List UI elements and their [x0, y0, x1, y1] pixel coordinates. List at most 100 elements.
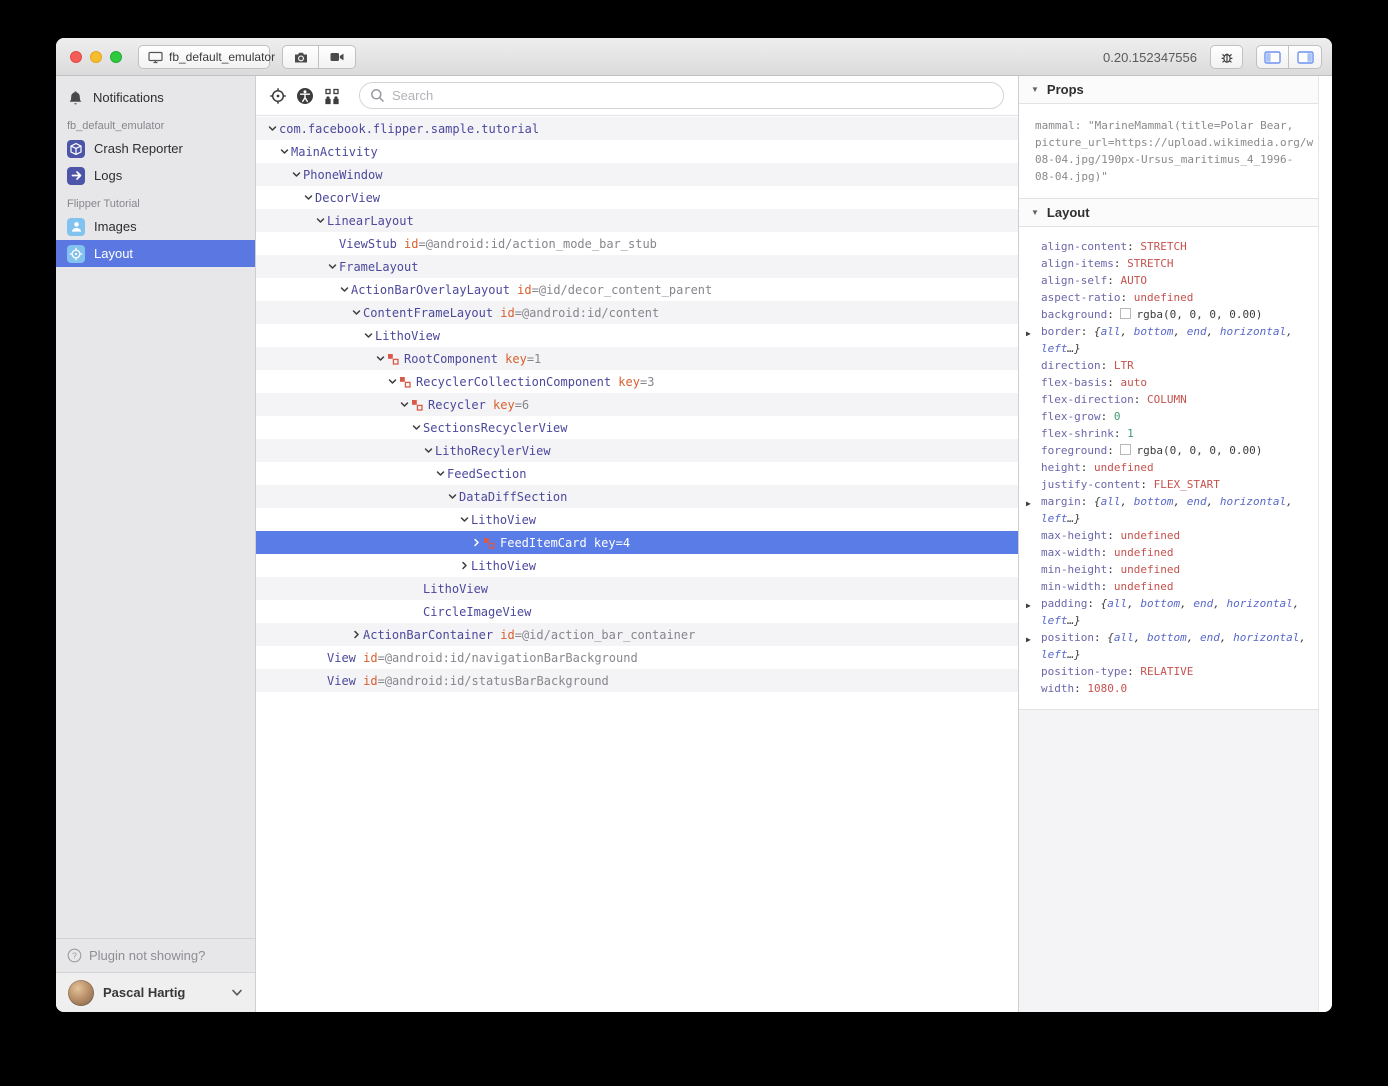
search-box[interactable]: [359, 82, 1004, 109]
layout-prop-align-content[interactable]: align-content: STRETCH: [1019, 238, 1314, 255]
panel-left-icon: [1264, 51, 1281, 64]
toggle-right-sidebar-button[interactable]: [1289, 45, 1322, 69]
layout-prop-min-width[interactable]: min-width: undefined: [1019, 578, 1314, 595]
layout-prop-foreground[interactable]: foreground: rgba(0, 0, 0, 0.00): [1019, 442, 1314, 459]
tree-node-ActionBarContainer[interactable]: ActionBarContainer id=@id/action_bar_con…: [256, 623, 1018, 646]
tree-node-SectionsRecyclerView[interactable]: SectionsRecyclerView: [256, 416, 1018, 439]
tree-node-LithoView[interactable]: LithoView: [256, 554, 1018, 577]
sidebar-item-layout[interactable]: Layout: [56, 240, 255, 267]
plugin-help-link[interactable]: ? Plugin not showing?: [56, 938, 255, 972]
layout-prop-max-height[interactable]: max-height: undefined: [1019, 527, 1314, 544]
sidebar-item-logs[interactable]: Logs: [56, 162, 255, 189]
tree-node-FeedSection[interactable]: FeedSection: [256, 462, 1018, 485]
tree-node-FeedItemCard[interactable]: FeedItemCard key=4: [256, 531, 1018, 554]
chevron-down-icon[interactable]: [278, 147, 291, 156]
chevron-down-icon[interactable]: [290, 170, 303, 179]
zoom-window-button[interactable]: [110, 51, 122, 63]
user-menu[interactable]: Pascal Hartig: [56, 972, 255, 1012]
chevron-down-icon[interactable]: [266, 124, 279, 133]
tree-node-ActionBarOverlayLayout[interactable]: ActionBarOverlayLayout id=@id/decor_cont…: [256, 278, 1018, 301]
tree-node-Recycler[interactable]: Recycler key=6: [256, 393, 1018, 416]
props-section-header[interactable]: ▼ Props: [1019, 76, 1318, 104]
layout-prop-margin[interactable]: ▶margin: {all, bottom, end, horizontal, …: [1019, 493, 1314, 527]
device-selector-button[interactable]: fb_default_emulator: [138, 45, 270, 69]
layout-prop-flex-grow[interactable]: flex-grow: 0: [1019, 408, 1314, 425]
layout-prop-aspect-ratio[interactable]: aspect-ratio: undefined: [1019, 289, 1314, 306]
chevron-down-icon[interactable]: [362, 331, 375, 340]
tree-node-View[interactable]: View id=@android:id/navigationBarBackgro…: [256, 646, 1018, 669]
layout-prop-align-items[interactable]: align-items: STRETCH: [1019, 255, 1314, 272]
chevron-down-icon[interactable]: [398, 400, 411, 409]
chevron-down-icon[interactable]: [422, 446, 435, 455]
target-mode-button[interactable]: [264, 82, 291, 109]
layout-prop-position-type[interactable]: position-type: RELATIVE: [1019, 663, 1314, 680]
layout-prop-min-height[interactable]: min-height: undefined: [1019, 561, 1314, 578]
tree-node-PhoneWindow[interactable]: PhoneWindow: [256, 163, 1018, 186]
layout-prop-padding[interactable]: ▶padding: {all, bottom, end, horizontal,…: [1019, 595, 1314, 629]
sidebar-item-notifications[interactable]: Notifications: [56, 84, 255, 111]
tree-node-com.facebook.flipper.sample.tutorial[interactable]: com.facebook.flipper.sample.tutorial: [256, 117, 1018, 140]
sidebar-item-images[interactable]: Images: [56, 213, 255, 240]
tree-node-View[interactable]: View id=@android:id/statusBarBackground: [256, 669, 1018, 692]
expand-tree-button[interactable]: [318, 82, 345, 109]
layout-prop-background[interactable]: background: rgba(0, 0, 0, 0.00): [1019, 306, 1314, 323]
expand-triangle-icon[interactable]: ▶: [1026, 597, 1031, 614]
tree-node-RecyclerCollectionComponent[interactable]: RecyclerCollectionComponent key=3: [256, 370, 1018, 393]
accessibility-mode-button[interactable]: [291, 82, 318, 109]
toggle-left-sidebar-button[interactable]: [1256, 45, 1289, 69]
tree-node-CircleImageView[interactable]: CircleImageView: [256, 600, 1018, 623]
search-input[interactable]: [392, 88, 993, 103]
tree-node-DataDiffSection[interactable]: DataDiffSection: [256, 485, 1018, 508]
arrow-right-icon: [67, 167, 85, 185]
screenshot-button[interactable]: [282, 45, 319, 69]
layout-prop-border[interactable]: ▶border: {all, bottom, end, horizontal, …: [1019, 323, 1314, 357]
tree-node-DecorView[interactable]: DecorView: [256, 186, 1018, 209]
chevron-down-icon[interactable]: [458, 515, 471, 524]
chevron-down-icon[interactable]: [350, 308, 363, 317]
minimize-window-button[interactable]: [90, 51, 102, 63]
chevron-down-icon[interactable]: [374, 354, 387, 363]
tree-node-LithoView[interactable]: LithoView: [256, 508, 1018, 531]
tree-node-LithoView[interactable]: LithoView: [256, 577, 1018, 600]
chevron-right-icon[interactable]: [350, 630, 363, 639]
layout-prop-flex-shrink[interactable]: flex-shrink: 1: [1019, 425, 1314, 442]
chevron-down-icon[interactable]: [338, 285, 351, 294]
chevron-down-icon[interactable]: [410, 423, 423, 432]
tree-node-LithoRecylerView[interactable]: LithoRecylerView: [256, 439, 1018, 462]
expand-triangle-icon[interactable]: ▶: [1026, 631, 1031, 648]
chevron-down-icon[interactable]: [314, 216, 327, 225]
bug-report-button[interactable]: [1210, 45, 1243, 69]
layout-prop-align-self[interactable]: align-self: AUTO: [1019, 272, 1314, 289]
chevron-down-icon[interactable]: [446, 492, 459, 501]
tree-node-MainActivity[interactable]: MainActivity: [256, 140, 1018, 163]
layout-prop-height[interactable]: height: undefined: [1019, 459, 1314, 476]
chevron-down-icon[interactable]: [302, 193, 315, 202]
tree-node-ContentFrameLayout[interactable]: ContentFrameLayout id=@android:id/conten…: [256, 301, 1018, 324]
expand-triangle-icon[interactable]: ▶: [1026, 495, 1031, 512]
layout-prop-max-width[interactable]: max-width: undefined: [1019, 544, 1314, 561]
tree-node-ViewStub[interactable]: ViewStub id=@android:id/action_mode_bar_…: [256, 232, 1018, 255]
screen-record-button[interactable]: [319, 45, 356, 69]
expand-triangle-icon[interactable]: ▶: [1026, 325, 1031, 342]
layout-prop-flex-basis[interactable]: flex-basis: auto: [1019, 374, 1314, 391]
sidebar-item-crash-reporter[interactable]: Crash Reporter: [56, 135, 255, 162]
tree-node-LithoView[interactable]: LithoView: [256, 324, 1018, 347]
layout-prop-flex-direction[interactable]: flex-direction: COLUMN: [1019, 391, 1314, 408]
layout-prop-width[interactable]: width: 1080.0: [1019, 680, 1314, 697]
color-swatch[interactable]: [1120, 308, 1131, 319]
chevron-down-icon[interactable]: [326, 262, 339, 271]
layout-prop-position[interactable]: ▶position: {all, bottom, end, horizontal…: [1019, 629, 1314, 663]
layout-prop-direction[interactable]: direction: LTR: [1019, 357, 1314, 374]
close-window-button[interactable]: [70, 51, 82, 63]
chevron-down-icon[interactable]: [434, 469, 447, 478]
tree-node-FrameLayout[interactable]: FrameLayout: [256, 255, 1018, 278]
tree-node-RootComponent[interactable]: RootComponent key=1: [256, 347, 1018, 370]
tree-node-LinearLayout[interactable]: LinearLayout: [256, 209, 1018, 232]
tree-node-label: LithoView: [423, 582, 488, 596]
color-swatch[interactable]: [1120, 444, 1131, 455]
chevron-down-icon[interactable]: [386, 377, 399, 386]
layout-prop-justify-content[interactable]: justify-content: FLEX_START: [1019, 476, 1314, 493]
chevron-right-icon[interactable]: [470, 538, 483, 547]
layout-section-header[interactable]: ▼ Layout: [1019, 199, 1318, 227]
chevron-right-icon[interactable]: [458, 561, 471, 570]
